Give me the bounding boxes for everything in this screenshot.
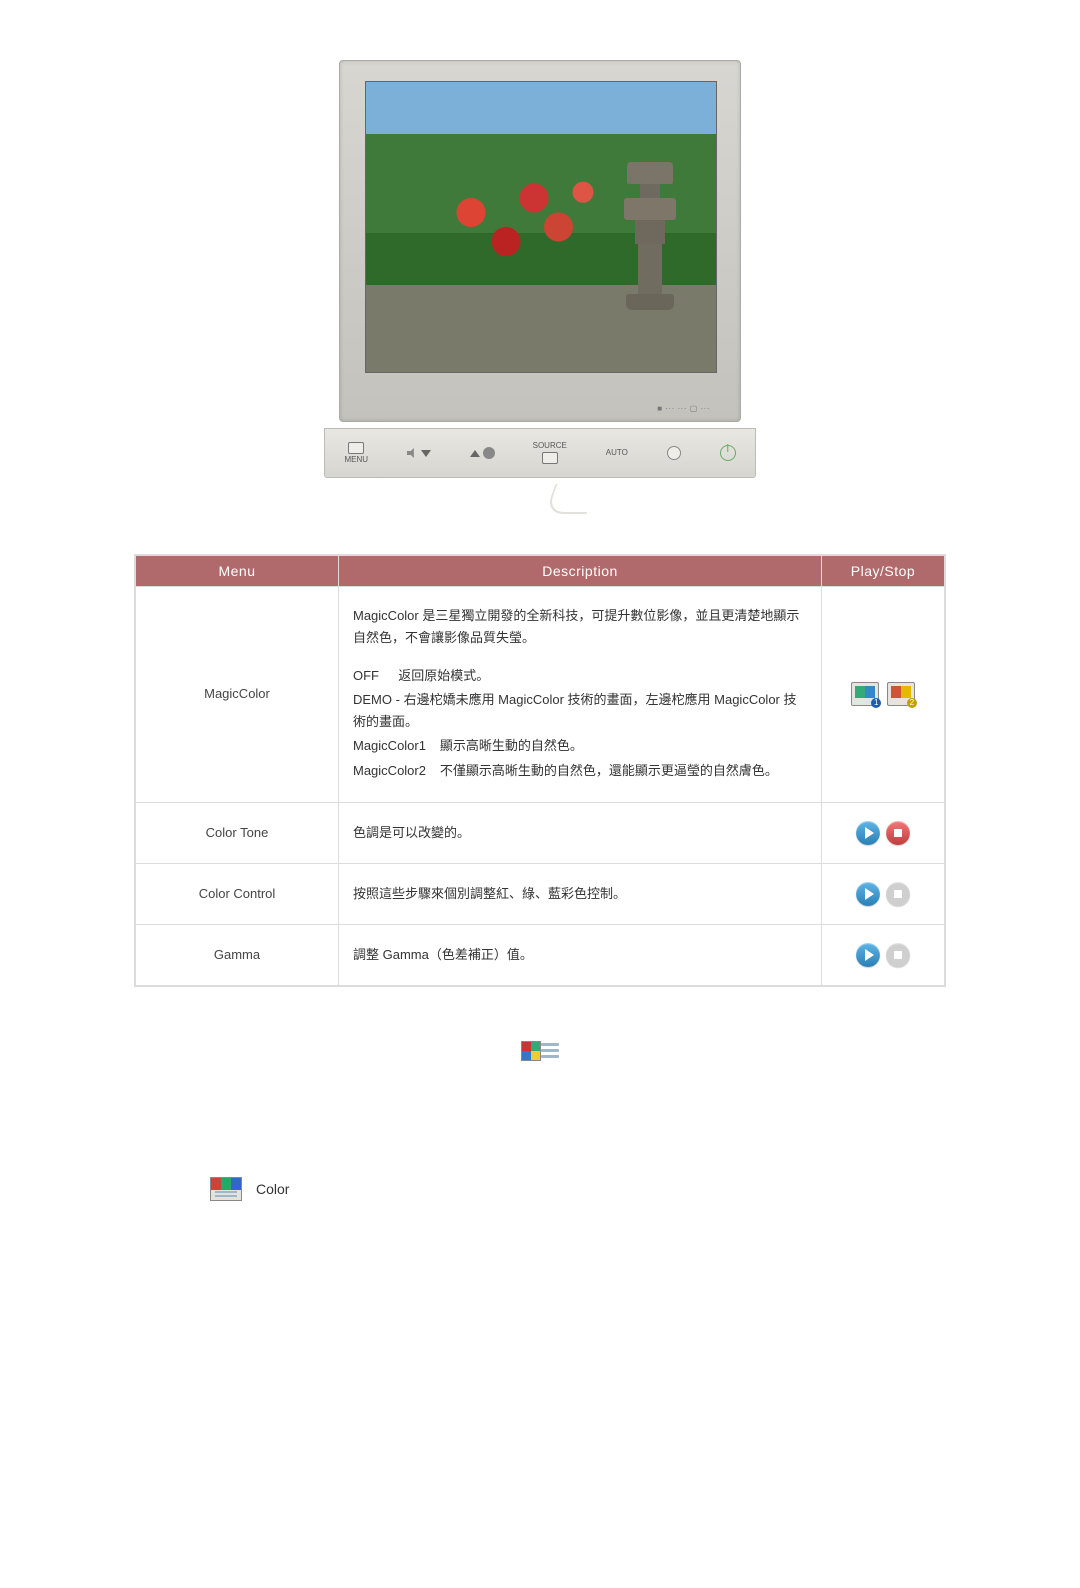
menu-button-label: MENU: [344, 456, 368, 465]
table-header-row: Menu Description Play/Stop: [136, 556, 945, 587]
monitor-frame: ■ ··· ··· ▢ ···: [339, 60, 741, 422]
table-row: Color Control 按照這些步驟來個別調整紅、綠、藍彩色控制。: [136, 863, 945, 924]
enter-icon: [542, 452, 558, 464]
header-menu: Menu: [136, 556, 339, 587]
power-icon: [720, 445, 736, 461]
magiccolor-opt-1: MagicColor1 顯示高晰生動的自然色。: [353, 735, 807, 757]
page-root: ■ ··· ··· ▢ ··· MENU SOURCE AUTO: [0, 0, 1080, 1588]
play-icon[interactable]: [856, 882, 880, 906]
color-swatch-icon: [521, 1041, 541, 1061]
table-row: Gamma 調整 Gamma（色差補正）值。: [136, 924, 945, 985]
monitor-illustration: ■ ··· ··· ▢ ··· MENU SOURCE AUTO: [310, 60, 770, 514]
play-cell-colorcontrol: [822, 863, 945, 924]
section-palette-icon: [521, 1037, 559, 1067]
play-cell-magiccolor: 1 2: [822, 587, 945, 803]
desc-cell-colortone: 色調是可以改變的。: [339, 802, 822, 863]
stop-icon[interactable]: [886, 943, 910, 967]
menu-button[interactable]: MENU: [344, 442, 368, 465]
play-icon[interactable]: [856, 821, 880, 845]
magiccolor-opt-off: OFF 返回原始模式。: [353, 665, 807, 687]
brightness-up-button[interactable]: [470, 448, 494, 458]
play-icon[interactable]: [856, 943, 880, 967]
desc-cell-gamma: 調整 Gamma（色差補正）值。: [339, 924, 822, 985]
monitor-brand-text: ■ ··· ··· ▢ ···: [657, 404, 710, 413]
stop-icon[interactable]: [886, 821, 910, 845]
sun-icon: [484, 448, 494, 458]
menu-cell-gamma: Gamma: [136, 924, 339, 985]
color-mini-icon: [210, 1177, 242, 1201]
stone-lantern: [624, 162, 676, 312]
color-section-label: Color: [256, 1181, 289, 1197]
menu-icon: [348, 442, 364, 454]
demo-thumb-a-icon[interactable]: 1: [851, 682, 879, 706]
header-playstop: Play/Stop: [822, 556, 945, 587]
source-button-label: SOURCE: [533, 442, 567, 451]
demo-thumb-b-icon[interactable]: 2: [887, 682, 915, 706]
magiccolor-opt-demo: DEMO - 右邊柁嬌未應用 MagicColor 技術的畫面，左邊柁應用 Ma…: [353, 689, 807, 733]
magiccolor-intro: MagicColor 是三星獨立開發的全新科技，可提升數位影像，並且更清楚地顯示…: [353, 605, 807, 649]
desc-cell-magiccolor: MagicColor 是三星獨立開發的全新科技，可提升數位影像，並且更清楚地顯示…: [339, 587, 822, 803]
table-row: Color Tone 色調是可以改變的。: [136, 802, 945, 863]
monitor-button-bar: MENU SOURCE AUTO: [324, 428, 756, 478]
triangle-up-icon: [470, 450, 480, 457]
settings-table: Menu Description Play/Stop MagicColor Ma…: [134, 554, 946, 987]
color-section-heading: Color: [210, 1177, 1080, 1201]
play-cell-gamma: [822, 924, 945, 985]
menu-cell-colortone: Color Tone: [136, 802, 339, 863]
speaker-icon: [407, 448, 417, 458]
stop-icon[interactable]: [886, 882, 910, 906]
table-row: MagicColor MagicColor 是三星獨立開發的全新科技，可提升數位…: [136, 587, 945, 803]
menu-cell-magiccolor: MagicColor: [136, 587, 339, 803]
monitor-screen: [365, 81, 717, 373]
triangle-down-icon: [421, 450, 431, 457]
round-button-icon: [667, 446, 681, 460]
source-button[interactable]: SOURCE: [533, 442, 567, 465]
magiccolor-opt-2: MagicColor2 不僅顯示高晰生動的自然色，還能顯示更逼瑩的自然膚色。: [353, 760, 807, 782]
auto-button[interactable]: AUTO: [606, 449, 628, 458]
play-cell-colortone: [822, 802, 945, 863]
menu-cell-colorcontrol: Color Control: [136, 863, 339, 924]
auto-button-label: AUTO: [606, 449, 628, 458]
pointer-stroke: [545, 484, 598, 514]
volume-down-button[interactable]: [407, 448, 431, 458]
bars-icon: [541, 1043, 559, 1058]
power-led: [720, 445, 736, 461]
header-description: Description: [339, 556, 822, 587]
power-button[interactable]: [667, 446, 681, 460]
desc-cell-colorcontrol: 按照這些步驟來個別調整紅、綠、藍彩色控制。: [339, 863, 822, 924]
